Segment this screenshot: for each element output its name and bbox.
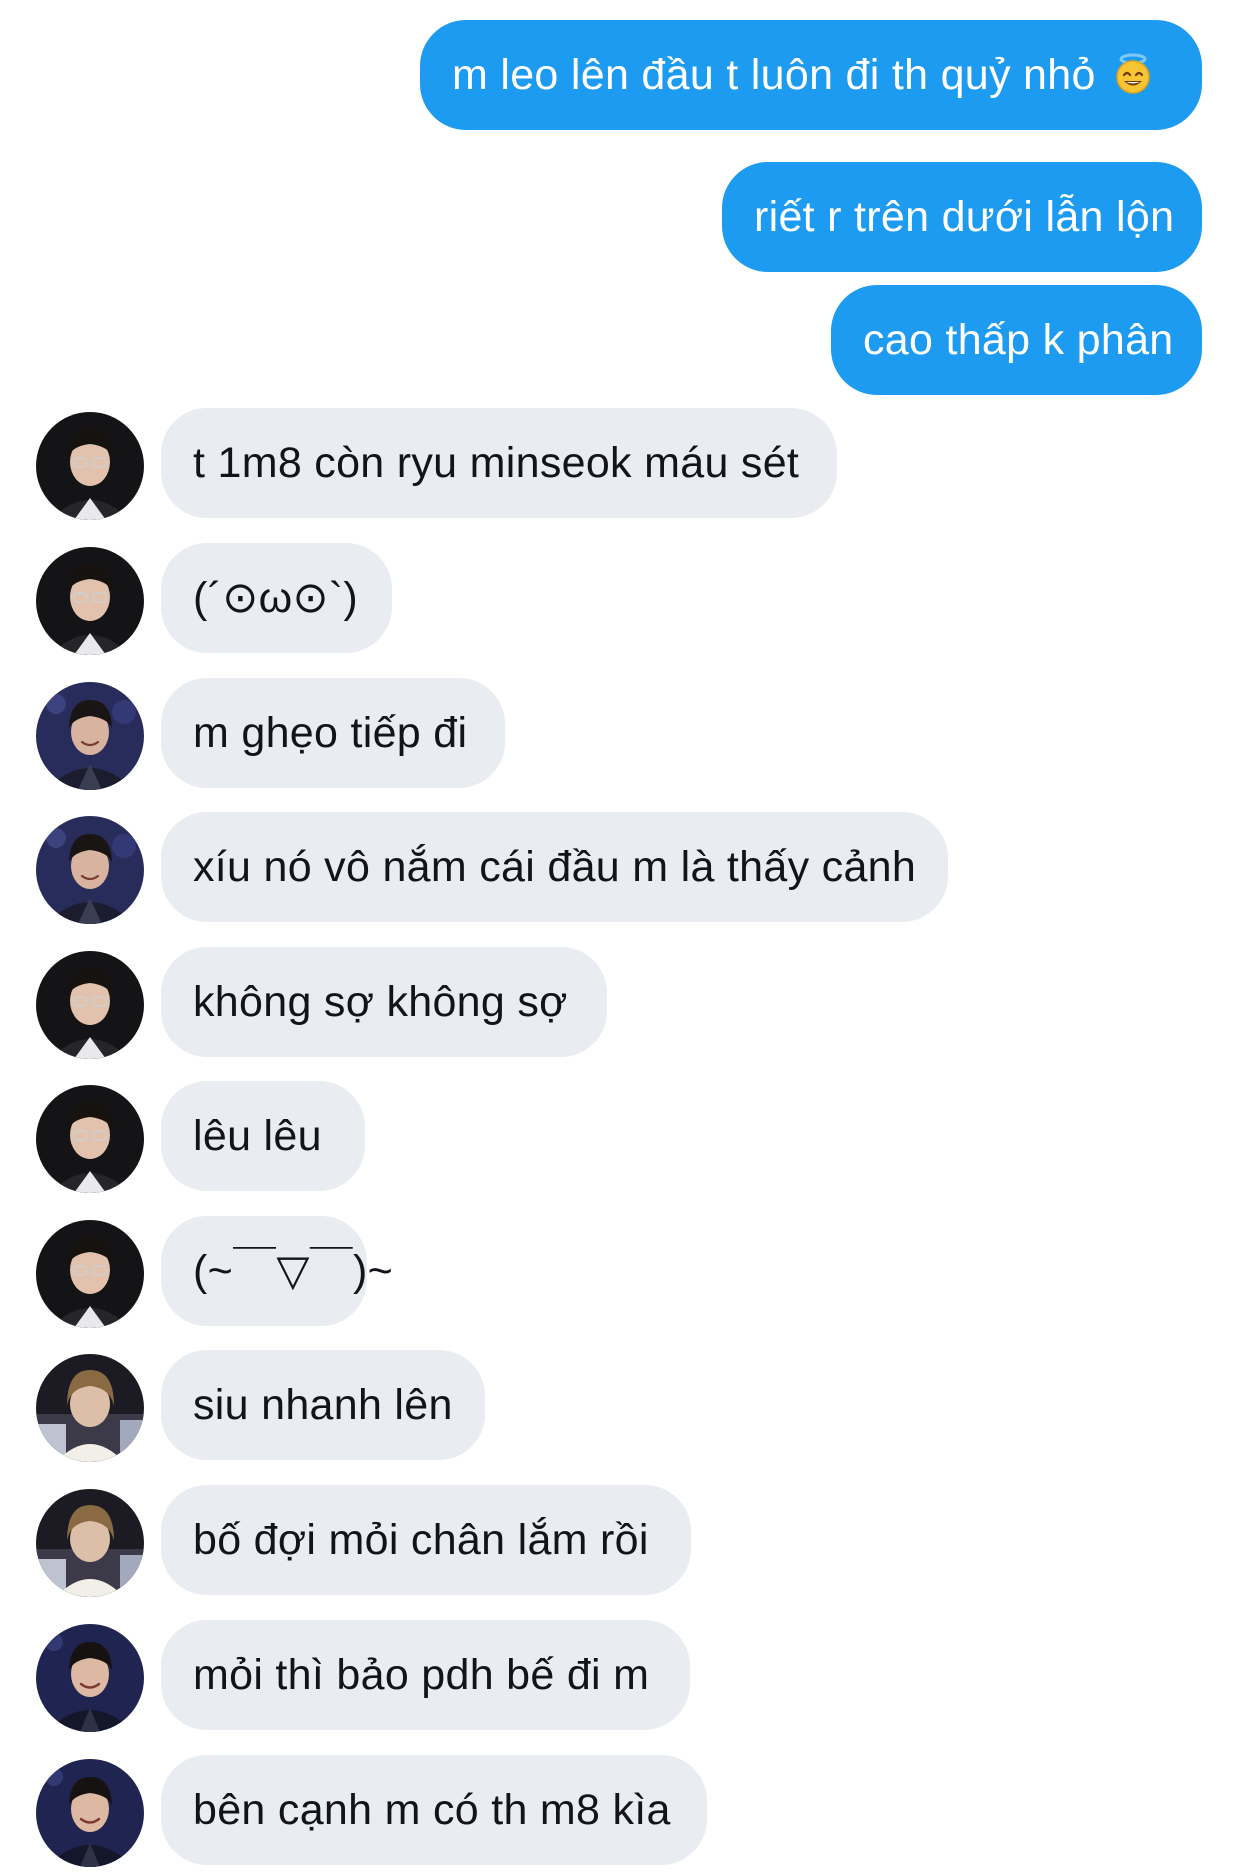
message-bubble-outgoing[interactable]: cao thấp k phân xyxy=(831,285,1202,395)
message-row-incoming: bố đợi mỏi chân lắm rồi xyxy=(0,1485,1242,1597)
message-row-incoming: m ghẹo tiếp đi xyxy=(0,678,1242,790)
avatar-smiling-blue[interactable] xyxy=(36,682,144,790)
message-row-incoming: xíu nó vô nắm cái đầu m là thấy cảnh xyxy=(0,812,1242,924)
message-bubble-incoming[interactable]: xíu nó vô nắm cái đầu m là thấy cảnh xyxy=(161,812,948,922)
message-bubble-incoming[interactable]: bố đợi mỏi chân lắm rồi xyxy=(161,1485,691,1595)
message-bubble-incoming[interactable]: bên cạnh m có th m8 kìa xyxy=(161,1755,707,1865)
message-bubble-incoming[interactable]: (´⊙ω⊙`) xyxy=(161,543,392,653)
message-row-incoming: không sợ không sợ xyxy=(0,947,1242,1059)
message-row-outgoing: riết r trên dưới lẫn lộn xyxy=(0,162,1242,272)
avatar-smiling-navy[interactable] xyxy=(36,1759,144,1867)
avatar-stage-light[interactable] xyxy=(36,1354,144,1462)
message-bubble-incoming[interactable]: (~￣▽￣)~ xyxy=(161,1216,393,1326)
message-row-incoming: (~￣▽￣)~ xyxy=(0,1216,1242,1328)
message-bubble-incoming[interactable]: mỏi thì bảo pdh bế đi m xyxy=(161,1620,690,1730)
message-row-incoming: bên cạnh m có th m8 kìa xyxy=(0,1755,1242,1867)
avatar-glasses-dark[interactable] xyxy=(36,1220,144,1328)
message-row-outgoing: cao thấp k phân xyxy=(0,285,1242,395)
message-row-incoming: siu nhanh lên xyxy=(0,1350,1242,1462)
avatar-glasses-dark[interactable] xyxy=(36,412,144,520)
message-bubble-outgoing[interactable]: m leo lên đầu t luôn đi th quỷ nhỏ xyxy=(420,20,1202,130)
message-row-incoming: t 1m8 còn ryu minseok máu sét xyxy=(0,408,1242,520)
avatar-smiling-navy[interactable] xyxy=(36,1624,144,1732)
avatar-stage-light[interactable] xyxy=(36,1489,144,1597)
message-row-incoming: mỏi thì bảo pdh bế đi m xyxy=(0,1620,1242,1732)
message-text: m leo lên đầu t luôn đi th quỷ nhỏ xyxy=(452,51,1096,99)
message-bubble-incoming[interactable]: lêu lêu xyxy=(161,1081,365,1191)
message-bubble-incoming[interactable]: không sợ không sợ xyxy=(161,947,607,1057)
message-bubble-incoming[interactable]: siu nhanh lên xyxy=(161,1350,485,1460)
message-row-incoming: lêu lêu xyxy=(0,1081,1242,1193)
avatar-glasses-dark[interactable] xyxy=(36,951,144,1059)
message-row-outgoing: m leo lên đầu t luôn đi th quỷ nhỏ xyxy=(0,20,1242,130)
avatar-smiling-blue[interactable] xyxy=(36,816,144,924)
message-bubble-outgoing[interactable]: riết r trên dưới lẫn lộn xyxy=(722,162,1202,272)
message-bubble-incoming[interactable]: m ghẹo tiếp đi xyxy=(161,678,505,788)
avatar-glasses-dark[interactable] xyxy=(36,1085,144,1193)
smiling-face-with-halo-icon xyxy=(1112,26,1154,94)
message-row-incoming: (´⊙ω⊙`) xyxy=(0,543,1242,655)
avatar-glasses-dark[interactable] xyxy=(36,547,144,655)
message-bubble-incoming[interactable]: t 1m8 còn ryu minseok máu sét xyxy=(161,408,837,518)
conversation-thread: m leo lên đầu t luôn đi th quỷ nhỏ riết … xyxy=(0,0,1242,1876)
